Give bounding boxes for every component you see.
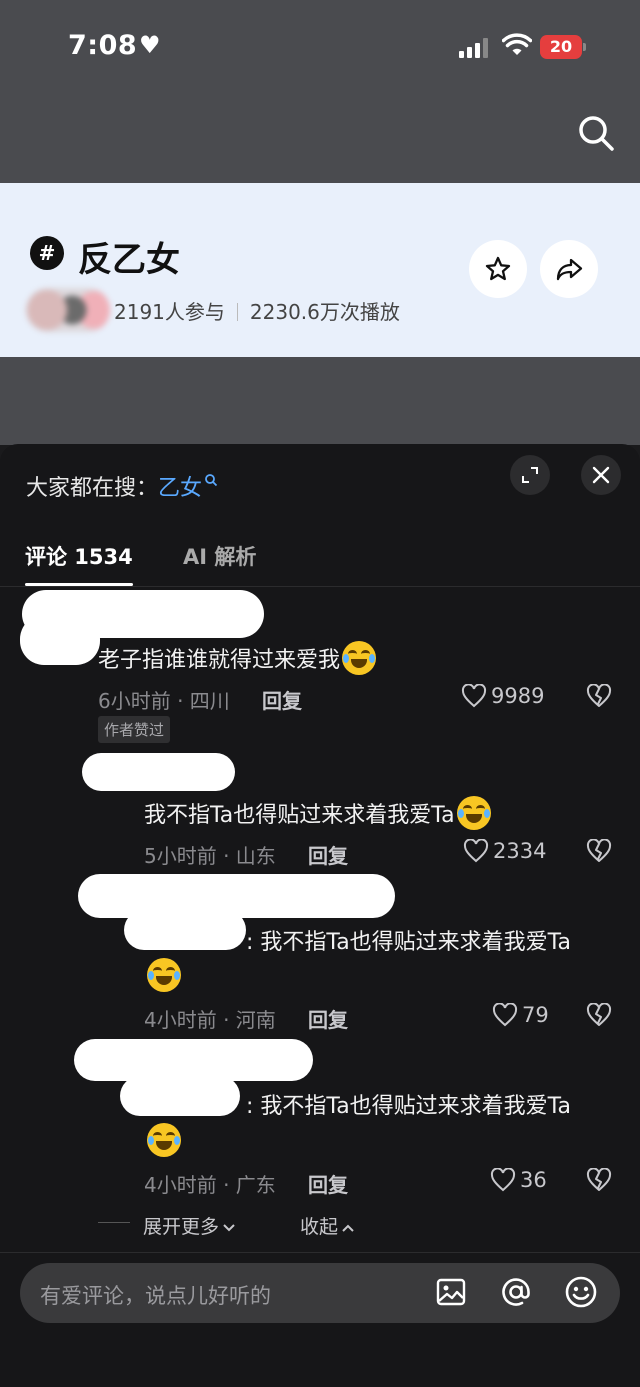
hot-search-keyword[interactable]: 乙女 (158, 476, 202, 501)
heart-icon (490, 1167, 516, 1192)
comment-text: 老子指谁谁就得过来爱我 (98, 641, 377, 675)
battery-icon: 20 (540, 35, 586, 59)
comment-meta: 6小时前 · 四川 (98, 689, 230, 713)
divider (236, 303, 238, 321)
heart-icon (463, 838, 489, 863)
participants-count: 2191人参与 (114, 300, 225, 324)
hot-search-label: 大家都在搜： (26, 476, 159, 501)
heart-icon: ♥ (139, 31, 161, 59)
search-icon (205, 474, 218, 487)
like-count: 79 (522, 1003, 549, 1027)
heart-icon (461, 683, 487, 708)
close-button[interactable] (581, 455, 621, 495)
emoji-icon[interactable] (563, 1274, 599, 1310)
comment-emoji (145, 1123, 181, 1157)
comment-meta: 4小时前 · 广东 (144, 1173, 276, 1197)
like-count: 9989 (491, 684, 545, 708)
reply-button[interactable]: 回复 (308, 840, 348, 869)
comment-text: : 我不指Ta也得贴过来求着我爱Ta (246, 930, 571, 955)
laughing-crying-emoji-icon (342, 641, 377, 675)
like-count: 36 (520, 1168, 547, 1192)
redacted-username (74, 1039, 313, 1081)
redacted-username (82, 753, 235, 791)
divider (98, 1222, 130, 1223)
redacted-reply-target (124, 910, 246, 950)
like-button[interactable]: 36 (490, 1167, 547, 1192)
close-icon (592, 466, 610, 484)
expand-more-button[interactable]: 展开更多 (143, 1212, 236, 1239)
redacted-avatar (20, 615, 100, 665)
divider (0, 586, 640, 587)
broken-heart-icon[interactable] (586, 1168, 612, 1192)
like-button[interactable]: 79 (492, 1002, 549, 1027)
chevron-down-icon (223, 1224, 235, 1232)
comment-input-placeholder[interactable]: 有爱评论，说点儿好听的 (40, 1280, 271, 1310)
laughing-crying-emoji-icon (147, 1123, 181, 1157)
star-icon (485, 256, 511, 281)
reply-button[interactable]: 回复 (262, 685, 302, 714)
chevron-up-icon (342, 1224, 354, 1232)
status-time: 7:08 (68, 30, 138, 61)
status-bar: 7:08 ♥ 20 (0, 0, 640, 95)
comment-meta: 4小时前 · 河南 (144, 1008, 276, 1032)
heart-icon (492, 1002, 518, 1027)
share-button[interactable] (540, 240, 598, 298)
plays-count: 2230.6万次播放 (249, 300, 400, 324)
like-button[interactable]: 9989 (461, 683, 545, 708)
battery-level: 20 (549, 37, 573, 56)
redacted-reply-target (120, 1076, 240, 1116)
wifi-icon (502, 33, 532, 55)
broken-heart-icon[interactable] (586, 684, 612, 708)
laughing-crying-emoji-icon (147, 958, 181, 992)
broken-heart-icon[interactable] (586, 1003, 612, 1027)
cellular-signal-icon (459, 38, 491, 58)
like-count: 2334 (493, 839, 547, 863)
expand-button[interactable] (510, 455, 550, 495)
redacted-username (78, 874, 395, 918)
hot-search[interactable]: 大家都在搜：乙女 (26, 470, 218, 502)
author-liked-badge: 作者赞过 (98, 716, 171, 743)
image-icon[interactable] (433, 1274, 469, 1310)
mention-icon[interactable] (498, 1274, 534, 1310)
expand-icon (522, 467, 538, 483)
tab-comments[interactable]: 评论 1534 (25, 541, 133, 571)
participant-avatars[interactable] (26, 288, 110, 332)
topic-stats: 2191人参与 2230.6万次播放 (114, 296, 400, 325)
reply-button[interactable]: 回复 (308, 1169, 348, 1198)
broken-heart-icon[interactable] (586, 839, 612, 863)
comment-text: 我不指Ta也得贴过来求着我爱Ta (144, 796, 491, 830)
share-icon (556, 258, 583, 281)
divider (0, 1252, 640, 1253)
laughing-crying-emoji-icon (456, 796, 491, 830)
hashtag-icon: # (30, 236, 64, 270)
topic-title: 反乙女 (78, 240, 180, 280)
favorite-button[interactable] (469, 240, 527, 298)
tab-ai-analysis[interactable]: AI 解析 (183, 541, 256, 571)
collapse-button[interactable]: 收起 (300, 1212, 355, 1239)
comment-text: : 我不指Ta也得贴过来求着我爱Ta (246, 1094, 571, 1119)
comment-emoji (145, 958, 181, 992)
search-icon[interactable] (576, 113, 616, 153)
comment-meta: 5小时前 · 山东 (144, 844, 276, 868)
like-button[interactable]: 2334 (463, 838, 547, 863)
reply-button[interactable]: 回复 (308, 1004, 348, 1033)
